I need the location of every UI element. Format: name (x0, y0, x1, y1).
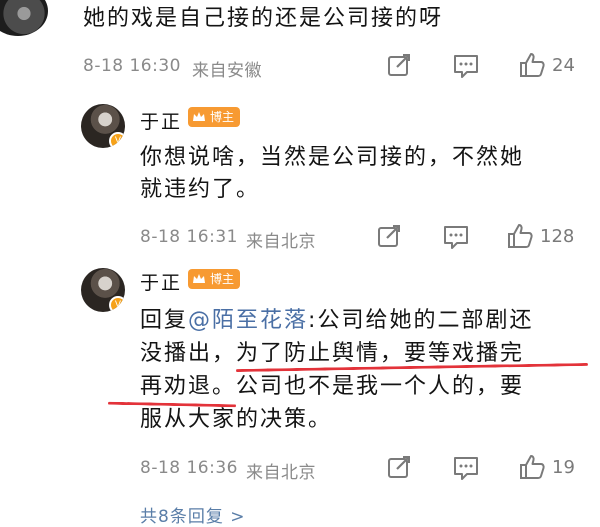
reply1-reply-button[interactable] (442, 224, 470, 250)
top-comment-like-count: 24 (552, 54, 575, 76)
reply1-location: 来自北京 (246, 232, 316, 252)
reply2-text-line1: 回复@陌至花落:公司给她的二部剧还 (140, 305, 533, 337)
top-comment-text: 她的戏是自己接的还是公司接的呀 (83, 6, 444, 31)
reply2-username[interactable]: 于正 (140, 268, 182, 295)
top-comment-reply-button[interactable] (452, 53, 480, 79)
reply1-badge-label: 博主 (210, 110, 235, 124)
share-edit-icon (386, 52, 412, 78)
reply1-blogger-badge: 博主 (188, 107, 241, 127)
more-replies-link[interactable]: 共8条回复 > (140, 502, 245, 527)
reply2-date: 8-18 16:36 (140, 458, 238, 478)
reply2-like-count: 19 (552, 456, 575, 478)
reply1-date: 8-18 16:31 (140, 227, 238, 247)
reply1-username[interactable]: 于正 (140, 107, 182, 134)
top-comment-avatar[interactable] (0, 0, 48, 36)
like-icon (518, 51, 546, 79)
reply2-location: 来自北京 (246, 463, 316, 483)
reply1-avatar[interactable]: V (81, 104, 125, 148)
reply2-reply-button[interactable] (452, 455, 480, 481)
reply2-line1-rest: :公司给她的二部剧还 (308, 308, 534, 333)
reply2-avatar[interactable]: V (81, 268, 125, 312)
reply2-mention-link[interactable]: @陌至花落 (188, 308, 308, 333)
top-comment-share-button[interactable] (386, 52, 412, 78)
reply1-share-button[interactable] (376, 223, 402, 249)
reply1-text-line1: 你想说啥，当然是公司接的，不然她 (140, 145, 525, 170)
reply2-share-button[interactable] (386, 454, 412, 480)
crown-icon (191, 109, 207, 125)
reply2-badge-label: 博主 (210, 272, 235, 286)
share-edit-icon (386, 454, 412, 480)
reply1-like-button[interactable]: 128 (506, 222, 574, 250)
comment-icon (452, 455, 480, 481)
reply1-text-line2: 就违约了。 (140, 177, 261, 202)
reply2-like-button[interactable]: 19 (518, 453, 575, 481)
top-comment-like-button[interactable]: 24 (518, 51, 575, 79)
reply2-blogger-badge: 博主 (188, 269, 241, 289)
reply2-reply-prefix: 回复 (140, 308, 189, 333)
verified-v-icon: V (109, 132, 125, 148)
verified-v-icon: V (109, 296, 125, 312)
top-comment-location: 来自安徽 (192, 61, 262, 81)
like-icon (518, 453, 546, 481)
top-comment-date: 8-18 16:30 (83, 56, 181, 76)
comment-icon (452, 53, 480, 79)
reply1-like-count: 128 (540, 225, 575, 247)
comment-icon (442, 224, 470, 250)
reply2-text-line3: 再劝退。公司也不是我一个人的，要 (140, 374, 525, 399)
reply2-text-line4: 服从大家的决策。 (140, 407, 333, 432)
share-edit-icon (376, 223, 402, 249)
crown-icon (191, 271, 207, 287)
like-icon (506, 222, 534, 250)
